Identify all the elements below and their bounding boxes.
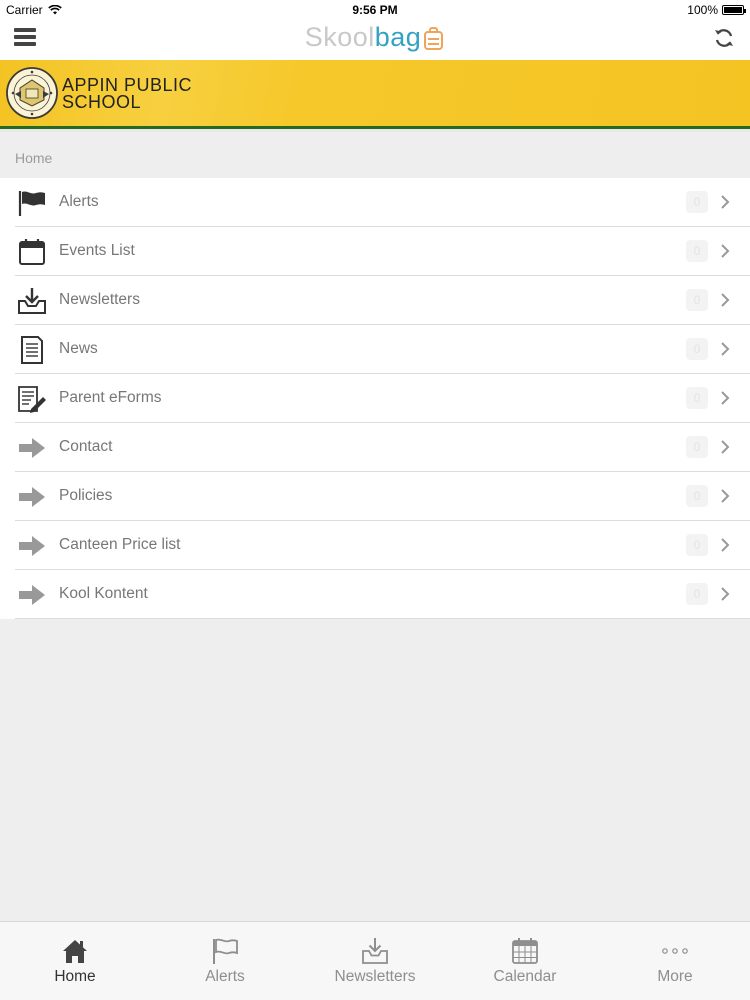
menu-item-newsletters[interactable]: Newsletters 0: [0, 276, 750, 325]
menu-item-parent-eforms[interactable]: Parent eForms 0: [0, 374, 750, 423]
calendar-icon: [19, 239, 45, 265]
count-badge: 0: [686, 534, 708, 556]
count-badge: 0: [686, 583, 708, 605]
breadcrumb: Home: [15, 150, 53, 166]
school-name: APPIN PUBLIC SCHOOL: [62, 76, 192, 112]
tab-calendar[interactable]: Calendar: [450, 922, 600, 1000]
count-badge: 0: [686, 485, 708, 507]
menu-item-contact[interactable]: Contact 0: [0, 423, 750, 472]
tab-label: Newsletters: [334, 968, 416, 985]
battery-icon: [722, 5, 746, 15]
chevron-right-icon: [721, 587, 730, 601]
brand-part2: bag: [374, 22, 422, 52]
school-name-line2: SCHOOL: [62, 92, 142, 112]
calendar-grid-icon: [512, 938, 538, 964]
chevron-right-icon: [721, 244, 730, 258]
chevron-right-icon: [721, 538, 730, 552]
chevron-right-icon: [721, 293, 730, 307]
battery-percent: 100%: [687, 3, 718, 17]
document-icon: [21, 336, 43, 364]
status-time: 9:56 PM: [352, 3, 398, 17]
status-right: 100%: [687, 3, 746, 17]
tab-bar: Home Alerts Newsletters Calendar More: [0, 921, 750, 1000]
menu-item-canteen-price-list[interactable]: Canteen Price list 0: [0, 521, 750, 570]
brand-logo: Skoolbag: [0, 22, 750, 53]
form-edit-icon: [18, 386, 46, 413]
schoolbag-icon: [424, 26, 444, 50]
tab-more[interactable]: More: [600, 922, 750, 1000]
chevron-right-icon: [721, 440, 730, 454]
menu-item-label: Events List: [59, 242, 135, 259]
inbox-download-icon: [18, 288, 46, 314]
count-badge: 0: [686, 289, 708, 311]
tab-label: Home: [54, 968, 96, 985]
count-badge: 0: [686, 387, 708, 409]
menu-item-label: Parent eForms: [59, 389, 162, 406]
inbox-download-icon: [362, 938, 388, 964]
count-badge: 0: [686, 436, 708, 458]
arrow-right-icon: [19, 536, 45, 556]
menu-item-policies[interactable]: Policies 0: [0, 472, 750, 521]
menu-item-kool-kontent[interactable]: Kool Kontent 0: [0, 570, 750, 619]
tab-label: Alerts: [205, 968, 245, 985]
menu-item-label: Canteen Price list: [59, 536, 181, 553]
menu-item-alerts[interactable]: Alerts 0: [0, 178, 750, 227]
banner-stripe-shadow: [0, 129, 750, 132]
count-badge: 0: [686, 240, 708, 262]
chevron-right-icon: [721, 489, 730, 503]
chevron-right-icon: [721, 391, 730, 405]
menu-list: Alerts 0 Events List 0 Newsletters 0 New…: [0, 178, 750, 619]
menu-item-label: Newsletters: [59, 291, 140, 308]
home-icon: [63, 940, 87, 963]
status-bar: Carrier 9:56 PM 100%: [0, 0, 750, 20]
tab-home[interactable]: Home: [0, 922, 150, 1000]
nav-bar: Skoolbag: [0, 20, 750, 60]
tab-label: More: [657, 968, 693, 985]
refresh-icon[interactable]: [712, 26, 736, 50]
tab-newsletters[interactable]: Newsletters: [300, 922, 450, 1000]
menu-item-events-list[interactable]: Events List 0: [0, 227, 750, 276]
count-badge: 0: [686, 338, 708, 360]
arrow-right-icon: [19, 585, 45, 605]
menu-item-label: Contact: [59, 438, 113, 455]
arrow-right-icon: [19, 438, 45, 458]
flag-icon: [18, 191, 45, 216]
brand-part1: Skool: [304, 22, 375, 52]
tab-alerts[interactable]: Alerts: [150, 922, 300, 1000]
menu-item-label: Alerts: [59, 193, 99, 210]
flag-icon: [213, 938, 238, 964]
menu-item-label: Kool Kontent: [59, 585, 148, 602]
more-dots-icon: [662, 948, 688, 954]
tab-label: Calendar: [493, 968, 557, 985]
school-crest-icon: [6, 67, 58, 119]
chevron-right-icon: [721, 342, 730, 356]
chevron-right-icon: [721, 195, 730, 209]
arrow-right-icon: [19, 487, 45, 507]
menu-item-news[interactable]: News 0: [0, 325, 750, 374]
menu-item-label: News: [59, 340, 98, 357]
count-badge: 0: [686, 191, 708, 213]
menu-item-label: Policies: [59, 487, 113, 504]
